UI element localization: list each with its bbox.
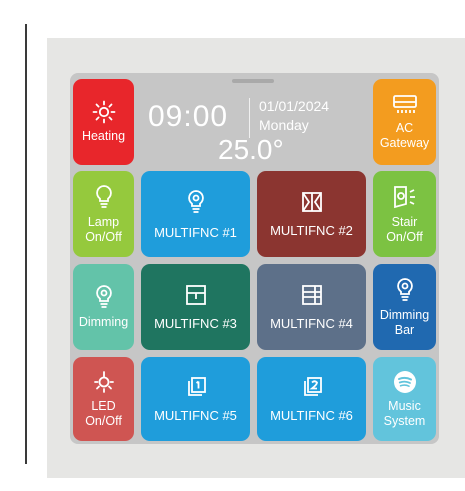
music-system-label: Music System [383, 398, 426, 428]
dimming-bar-tile[interactable]: Dimming Bar [373, 264, 436, 350]
multifnc4-label: MULTIFNC #4 [270, 315, 353, 331]
multifnc3-label: MULTIFNC #3 [154, 315, 237, 331]
led-label: LED On/Off [85, 398, 122, 428]
stair-label: Stair On/Off [386, 214, 423, 244]
weekday-text: Monday [259, 117, 309, 133]
dimming-tile[interactable]: Dimming [73, 264, 134, 350]
music-system-tile[interactable]: Music System [373, 357, 436, 441]
multifnc4-tile[interactable]: MULTIFNC #4 [257, 264, 366, 350]
led-icon [92, 370, 116, 394]
air-conditioner-icon [392, 94, 418, 116]
stair-tile[interactable]: Stair On/Off [373, 171, 436, 257]
pull-down-handle[interactable] [232, 79, 274, 83]
date-block: 01/01/2024 Monday [259, 97, 329, 135]
spotify-icon [393, 370, 417, 394]
window-icon [301, 191, 323, 213]
multifnc5-label: MULTIFNC #5 [154, 407, 237, 423]
multifnc2-tile[interactable]: MULTIFNC #2 [257, 171, 366, 257]
multifnc2-label: MULTIFNC #2 [270, 222, 353, 238]
multifnc6-tile[interactable]: MULTIFNC #6 [257, 357, 366, 441]
dimming-label: Dimming [78, 315, 129, 329]
led-tile[interactable]: LED On/Off [73, 357, 134, 441]
frame-edge [25, 24, 27, 464]
lamp-label: Lamp On/Off [85, 214, 122, 244]
bulb-icon [93, 184, 115, 210]
pages-one-icon [185, 376, 207, 398]
bulb-icon [185, 189, 207, 215]
bulb-icon [93, 284, 115, 310]
multifnc5-tile[interactable]: MULTIFNC #5 [141, 357, 250, 441]
ac-gateway-tile[interactable]: AC Gateway [373, 79, 436, 165]
bulb-icon [394, 277, 416, 303]
multifnc1-label: MULTIFNC #1 [154, 224, 237, 240]
pages-two-icon [301, 376, 323, 398]
heating-label: Heating [81, 129, 126, 143]
stair-light-icon [392, 184, 418, 210]
dimming-bar-label: Dimming Bar [379, 307, 430, 337]
multifnc1-tile[interactable]: MULTIFNC #1 [141, 171, 250, 257]
temperature-readout: 25.0° [218, 134, 284, 165]
heating-tile[interactable]: Heating [73, 79, 134, 165]
blind-icon [301, 284, 323, 306]
multifnc3-tile[interactable]: MULTIFNC #3 [141, 264, 250, 350]
lamp-tile[interactable]: Lamp On/Off [73, 171, 134, 257]
multifnc6-label: MULTIFNC #6 [270, 407, 353, 423]
sun-icon [92, 100, 116, 124]
shutter-icon [185, 284, 207, 306]
clock-time: 09:00 [148, 100, 229, 133]
ac-gateway-label: AC Gateway [379, 120, 430, 150]
status-divider [249, 98, 250, 138]
date-text: 01/01/2024 [259, 98, 330, 114]
